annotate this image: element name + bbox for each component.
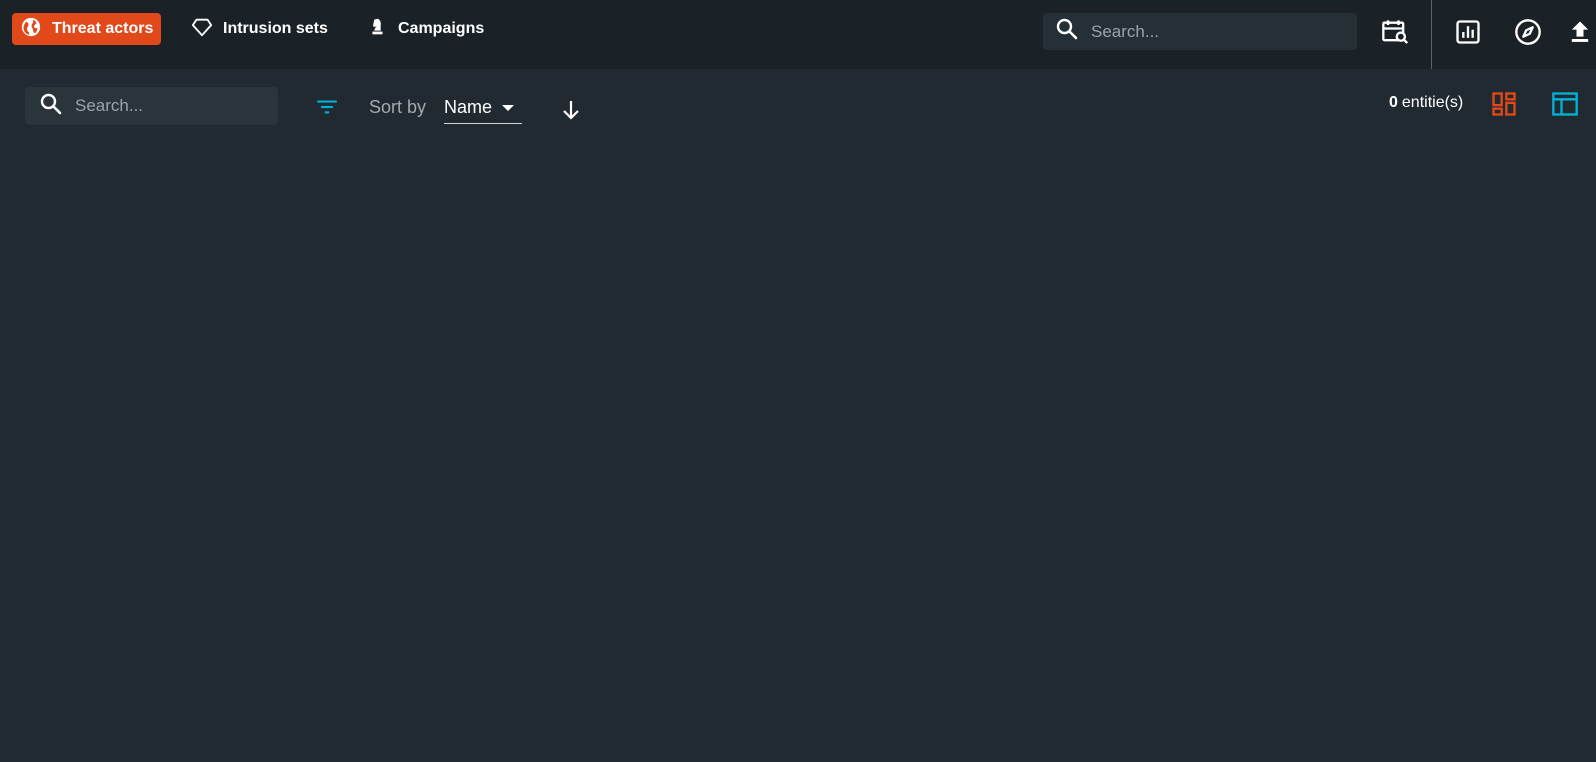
top-bar: Threat actors Intrusion sets Campaigns (0, 0, 1596, 69)
search-icon (39, 92, 63, 121)
entity-search[interactable] (25, 87, 278, 125)
sort-by-label: Sort by (369, 97, 427, 117)
sort-select[interactable]: Name (444, 92, 522, 124)
arrow-down-icon[interactable] (554, 93, 588, 127)
calendar-search-icon[interactable] (1378, 15, 1412, 49)
chess-knight-icon (366, 16, 388, 43)
search-icon (1055, 17, 1079, 46)
filter-icon[interactable] (310, 90, 344, 124)
global-search[interactable] (1043, 13, 1357, 50)
compass-icon[interactable] (1511, 15, 1545, 49)
tab-label: Intrusion sets (223, 20, 328, 37)
tab-campaigns[interactable]: Campaigns (358, 13, 492, 45)
upload-icon[interactable] (1566, 15, 1596, 49)
globe-icon (20, 16, 42, 43)
entity-count-label: entitie(s) (1401, 94, 1464, 111)
tab-label: Campaigns (398, 20, 485, 37)
report-chart-icon[interactable] (1451, 15, 1485, 49)
chevron-down-icon (502, 97, 514, 118)
entity-count-number: 0 (1389, 94, 1398, 111)
sort-value: Name (444, 97, 493, 117)
tab-intrusion-sets[interactable]: Intrusion sets (183, 13, 336, 45)
diamond-icon (191, 16, 213, 43)
cards-view-icon[interactable] (1487, 87, 1521, 121)
tab-threat-actors[interactable]: Threat actors (12, 13, 162, 45)
tab-label: Threat actors (52, 20, 154, 37)
entity-count: 0 entitie(s) (1389, 94, 1463, 112)
entity-search-input[interactable] (75, 96, 265, 116)
list-view-icon[interactable] (1548, 87, 1582, 121)
global-search-input[interactable] (1091, 21, 1321, 42)
toolbar-divider (1431, 0, 1432, 69)
